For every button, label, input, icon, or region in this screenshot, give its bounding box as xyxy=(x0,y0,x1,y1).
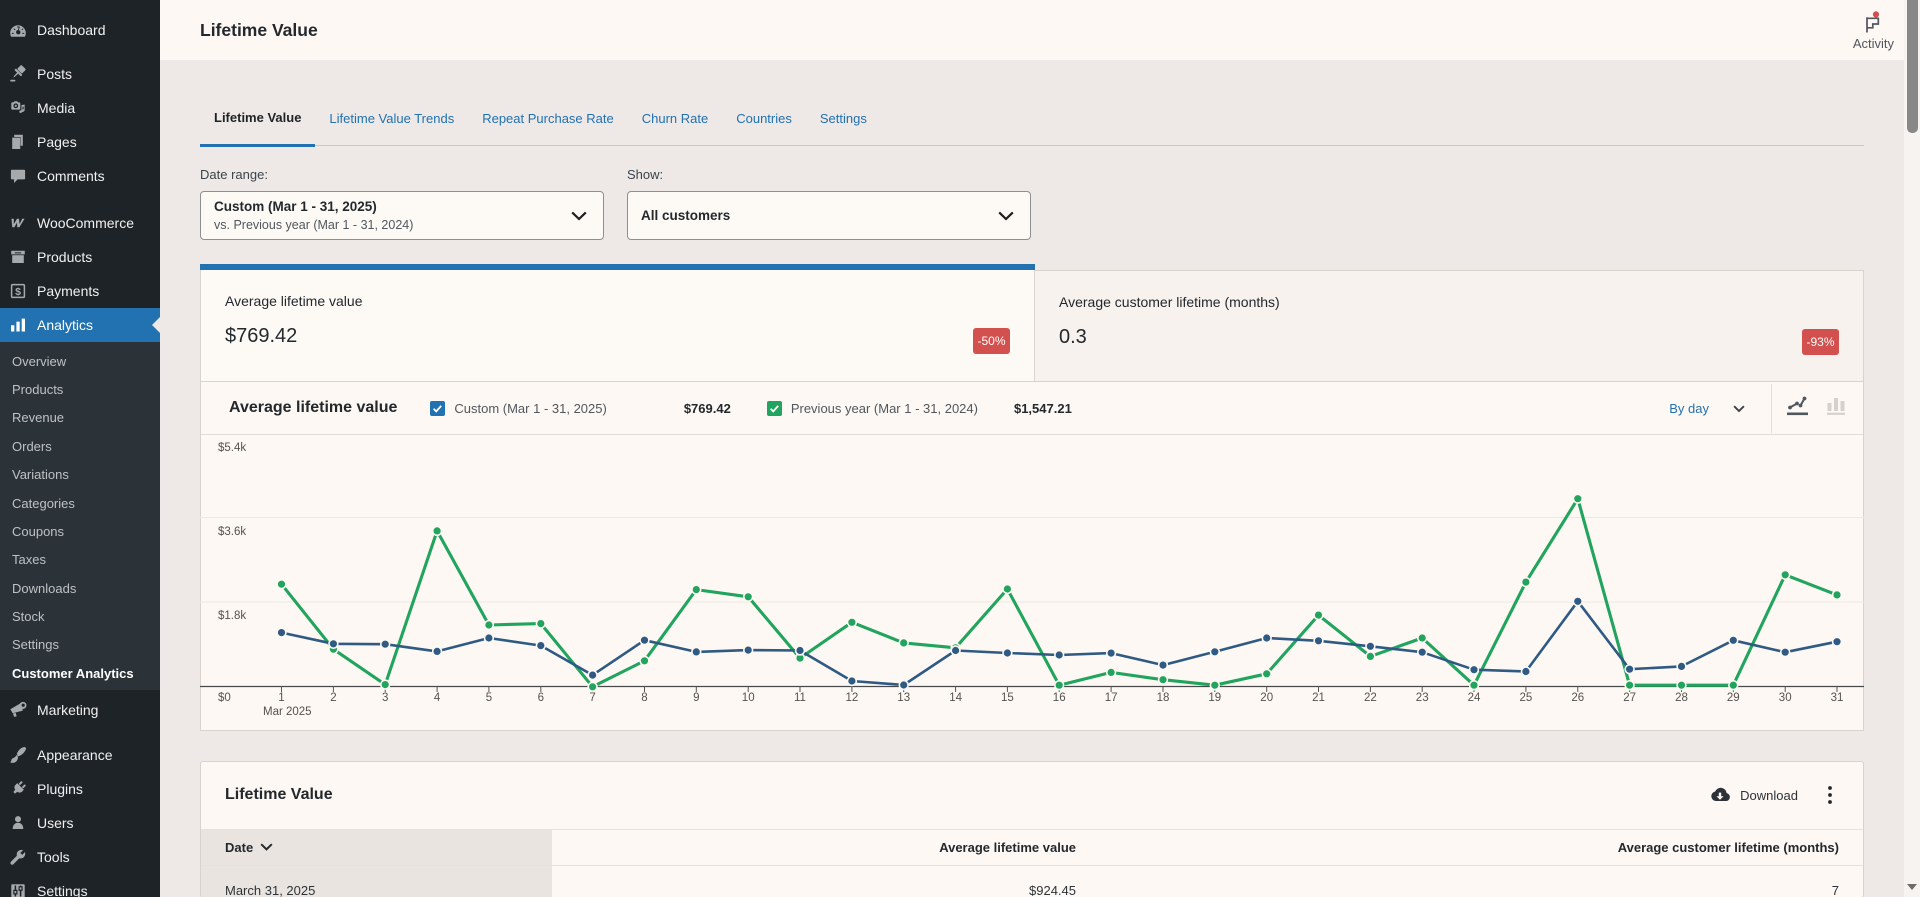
svg-text:6: 6 xyxy=(538,692,544,704)
svg-text:1: 1 xyxy=(278,692,284,704)
svg-text:$: $ xyxy=(15,286,21,298)
svg-text:3: 3 xyxy=(382,692,388,704)
svg-text:18: 18 xyxy=(1157,692,1170,704)
svg-text:19: 19 xyxy=(1208,692,1221,704)
svg-text:26: 26 xyxy=(1571,692,1584,704)
svg-text:28: 28 xyxy=(1675,692,1688,704)
svg-text:27: 27 xyxy=(1623,692,1636,704)
svg-text:2: 2 xyxy=(330,692,336,704)
svg-text:21: 21 xyxy=(1312,692,1325,704)
svg-text:17: 17 xyxy=(1105,692,1118,704)
svg-text:30: 30 xyxy=(1779,692,1792,704)
svg-text:$5.4k: $5.4k xyxy=(218,442,246,454)
svg-text:31: 31 xyxy=(1831,692,1844,704)
svg-text:Mar 2025: Mar 2025 xyxy=(263,706,312,718)
svg-text:15: 15 xyxy=(1001,692,1014,704)
svg-text:24: 24 xyxy=(1468,692,1481,704)
svg-text:11: 11 xyxy=(794,692,806,704)
svg-text:16: 16 xyxy=(1053,692,1066,704)
svg-text:9: 9 xyxy=(693,692,699,704)
svg-text:$3.6k: $3.6k xyxy=(218,526,246,538)
svg-text:$0: $0 xyxy=(218,692,231,704)
svg-text:22: 22 xyxy=(1364,692,1377,704)
svg-text:29: 29 xyxy=(1727,692,1740,704)
svg-text:5: 5 xyxy=(486,692,492,704)
svg-text:25: 25 xyxy=(1520,692,1533,704)
svg-text:4: 4 xyxy=(434,692,441,704)
svg-text:20: 20 xyxy=(1260,692,1273,704)
svg-text:13: 13 xyxy=(897,692,910,704)
svg-text:$1.8k: $1.8k xyxy=(218,610,246,622)
svg-text:14: 14 xyxy=(949,692,962,704)
svg-text:8: 8 xyxy=(641,692,647,704)
svg-text:23: 23 xyxy=(1416,692,1429,704)
svg-text:12: 12 xyxy=(846,692,859,704)
svg-text:10: 10 xyxy=(742,692,755,704)
svg-text:7: 7 xyxy=(589,692,595,704)
